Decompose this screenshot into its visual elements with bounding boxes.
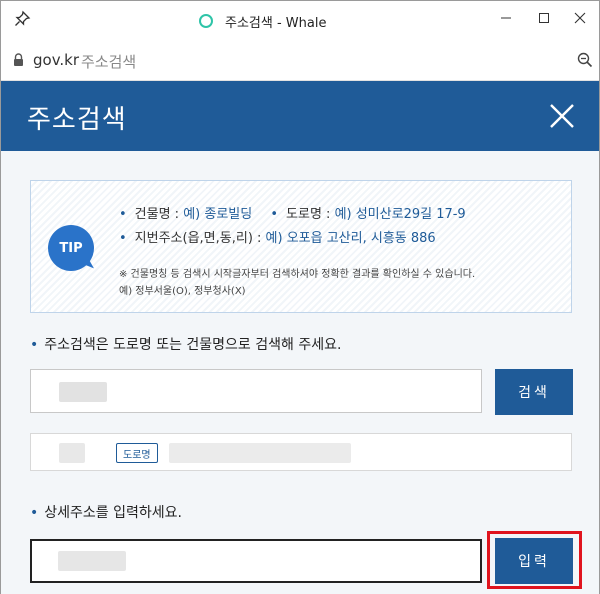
- url-path: 주소검색: [81, 53, 137, 71]
- tip-example-line-2: • 지번주소(읍,면,동,리) : 예) 오포읍 고산리, 시흥동 886: [119, 227, 436, 246]
- window-title-text: 주소검색 - Whale: [225, 15, 327, 31]
- window-title: 주소검색 - Whale: [199, 11, 326, 31]
- tip-note: ※ 건물명칭 등 검색시 시작글자부터 검색하셔야 정확한 결과를 확인하실 수…: [119, 269, 476, 280]
- bullet-icon: •: [30, 505, 39, 521]
- bullet-icon: •: [119, 231, 127, 246]
- page-title: 주소검색: [27, 105, 127, 135]
- tip-road-value: 예) 성미산로29길 17-9: [334, 207, 466, 222]
- blurred-text: [58, 551, 126, 571]
- popup-header: 주소검색: [1, 81, 599, 151]
- maximize-button[interactable]: [531, 7, 557, 29]
- window-close-button[interactable]: [567, 7, 593, 29]
- tip-example-line-1: • 건물명 : 예) 종로빌딩 • 도로명 : 예) 성미산로29길 17-9: [119, 203, 466, 222]
- close-icon: [574, 12, 586, 24]
- detail-label: • 상세주소를 입력하세요.: [30, 502, 182, 522]
- title-bar: 주소검색 - Whale: [1, 1, 599, 39]
- minimize-button[interactable]: [493, 7, 519, 29]
- minimize-icon: [501, 17, 511, 19]
- detail-label-text: 상세주소를 입력하세요.: [44, 505, 182, 521]
- enter-button[interactable]: 입력: [495, 538, 573, 584]
- bullet-icon: •: [30, 337, 39, 353]
- search-result-row[interactable]: 도로명: [30, 433, 572, 471]
- blurred-address: [169, 443, 351, 463]
- blurred-text: [59, 443, 85, 463]
- tip-note-example: 예) 정부서울(O), 정부청사(X): [119, 286, 246, 297]
- bullet-icon: •: [270, 207, 279, 222]
- tip-jibun-label: 지번주소(읍,면,동,리) :: [134, 231, 266, 246]
- search-input[interactable]: [30, 369, 482, 413]
- detail-address-input[interactable]: [30, 539, 482, 583]
- blurred-text: [59, 382, 107, 402]
- tip-building-value: 예) 종로빌딩: [183, 207, 253, 222]
- tip-building-label: 건물명 :: [134, 207, 184, 222]
- bullet-icon: •: [119, 207, 127, 222]
- address-bar[interactable]: gov.kr 주소검색: [1, 39, 599, 81]
- tip-badge-tail: [82, 259, 94, 273]
- search-label-text: 주소검색은 도로명 또는 건물명으로 검색해 주세요.: [44, 337, 342, 353]
- tip-jibun-value: 예) 오포읍 고산리, 시흥동 886: [265, 231, 436, 246]
- close-icon[interactable]: [549, 103, 575, 129]
- url-host: gov.kr: [33, 51, 80, 69]
- search-label: • 주소검색은 도로명 또는 건물명으로 검색해 주세요.: [30, 334, 341, 354]
- search-button[interactable]: 검색: [495, 369, 573, 415]
- tip-road-label: 도로명 :: [286, 207, 335, 222]
- tip-box: TIP • 건물명 : 예) 종로빌딩 • 도로명 : 예) 성미산로29길 17-…: [30, 180, 572, 313]
- maximize-icon: [539, 13, 549, 23]
- zoom-out-icon[interactable]: [576, 51, 594, 69]
- pin-icon[interactable]: [13, 10, 31, 28]
- lock-icon: [14, 53, 23, 66]
- content-area: TIP • 건물명 : 예) 종로빌딩 • 도로명 : 예) 성미산로29길 17-…: [1, 151, 599, 594]
- road-name-badge: 도로명: [116, 443, 158, 463]
- whale-logo-icon: [199, 14, 213, 28]
